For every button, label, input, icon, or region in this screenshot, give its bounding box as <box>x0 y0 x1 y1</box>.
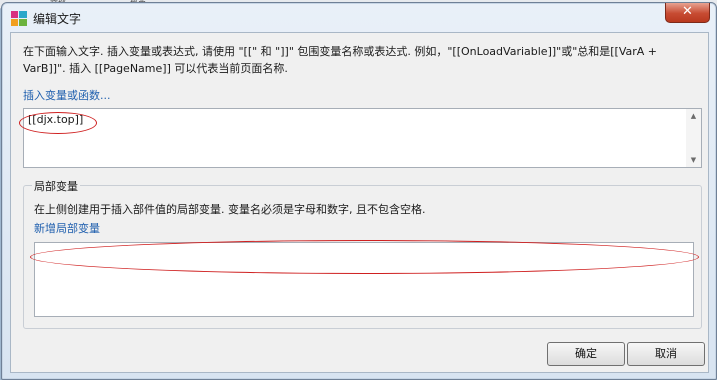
local-variables-label: 局部变量 <box>32 178 80 194</box>
local-variables-group: 局部变量 在上侧创建用于插入部件值的局部变量. 变量名必须是字母和数字, 且不包… <box>23 178 702 329</box>
instructions-text: 在下面输入文字. 插入变量或表达式, 请使用 "[[" 和 "]]" 包围变量名… <box>23 45 658 75</box>
cancel-button[interactable]: 取消 <box>627 342 705 366</box>
scroll-up-icon[interactable]: ▲ <box>686 109 701 123</box>
title-bar[interactable]: 编辑文字 ✕ <box>2 3 716 31</box>
editor-text-value[interactable]: [[djx.top]] <box>28 113 83 126</box>
dialog-body: 在下面输入文字. 插入变量或表达式, 请使用 "[[" 和 "]]" 包围变量名… <box>10 32 709 373</box>
ok-button[interactable]: 确定 <box>547 342 625 366</box>
editor-scrollbar[interactable]: ▲ ▼ <box>686 109 701 167</box>
local-variables-description: 在上侧创建用于插入部件值的局部变量. 变量名必须是字母和数字, 且不包含空格. <box>34 203 426 216</box>
text-editor[interactable]: [[djx.top]] ▲ ▼ <box>23 108 702 168</box>
app-logo-icon <box>11 11 27 26</box>
scroll-down-icon[interactable]: ▼ <box>686 153 701 167</box>
insert-variable-link[interactable]: 插入变量或函数... <box>23 87 111 103</box>
close-icon: ✕ <box>682 4 693 19</box>
edit-text-dialog: 编辑文字 ✕ 在下面输入文字. 插入变量或表达式, 请使用 "[[" 和 "]]… <box>1 2 717 380</box>
close-button[interactable]: ✕ <box>665 3 710 23</box>
add-local-variable-link[interactable]: 新增局部变量 <box>34 220 100 236</box>
dialog-title: 编辑文字 <box>33 12 82 26</box>
local-variables-list[interactable] <box>34 242 694 317</box>
